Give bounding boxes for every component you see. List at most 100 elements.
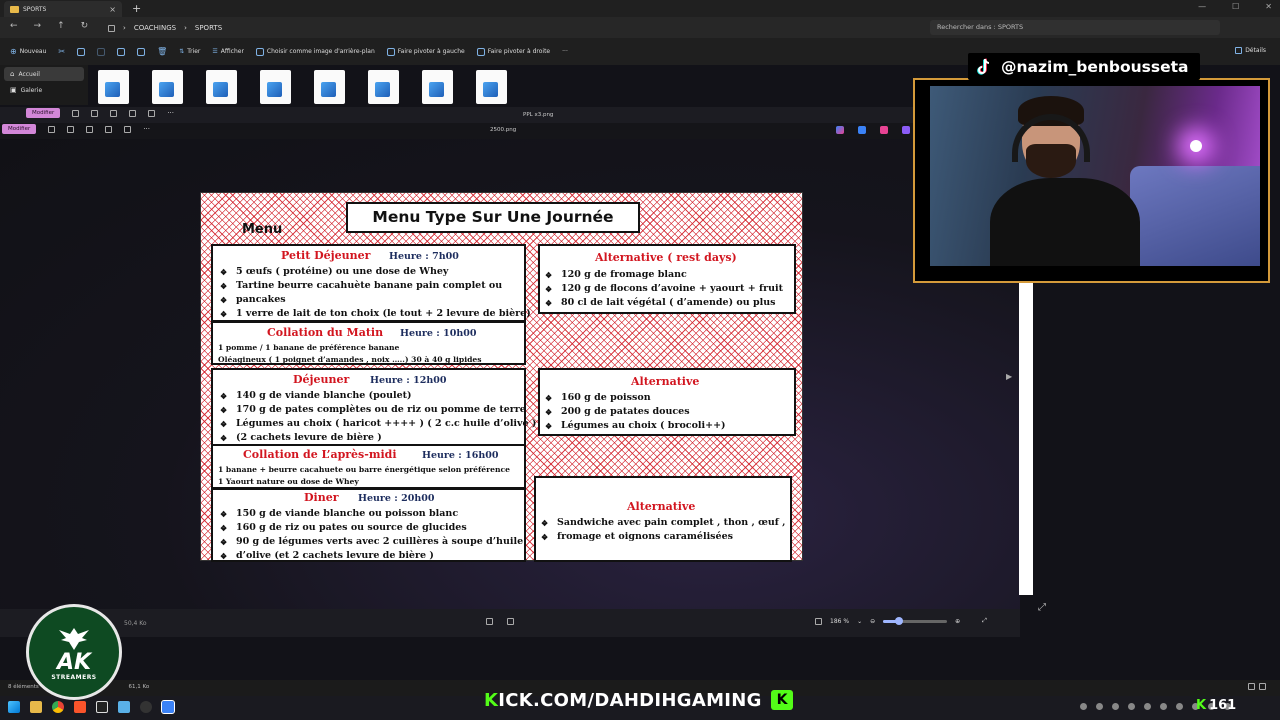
obs-icon[interactable] bbox=[140, 701, 152, 713]
designer-icon[interactable] bbox=[880, 126, 888, 134]
image-file-icon[interactable] bbox=[314, 70, 345, 104]
breadcrumb-coachings[interactable]: COACHINGS bbox=[134, 24, 176, 32]
clipchamp-icon[interactable] bbox=[902, 126, 910, 134]
list-item: Tartine beurre cacahuète banane pain com… bbox=[219, 279, 531, 293]
lunch-heading: Déjeuner bbox=[293, 373, 350, 386]
back-icon[interactable]: ← bbox=[10, 21, 18, 31]
ak-streamers-logo: AK STREAMERS bbox=[26, 604, 122, 700]
breakfast-list: 5 œufs ( protéine) ou une dose de Whey T… bbox=[219, 265, 531, 321]
capcut-icon[interactable] bbox=[96, 701, 108, 713]
cut-icon[interactable]: ✂ bbox=[58, 47, 65, 56]
rename-icon[interactable] bbox=[117, 47, 126, 56]
more-icon[interactable]: ··· bbox=[167, 109, 174, 117]
copilot-icon[interactable] bbox=[836, 126, 844, 134]
image-file-icon[interactable] bbox=[476, 70, 507, 104]
forward-icon[interactable]: → bbox=[34, 21, 42, 31]
list-item: 120 g de fromage blanc bbox=[544, 268, 783, 282]
next-image-icon[interactable]: ▶ bbox=[1006, 372, 1012, 381]
new-tab-button[interactable]: + bbox=[132, 2, 141, 15]
sort-button[interactable]: ⇅ Trier bbox=[179, 48, 200, 55]
tray-app-icon[interactable] bbox=[1144, 703, 1151, 710]
sidebar-item-accueil[interactable]: ⌂ Accueil bbox=[4, 67, 84, 81]
tray-app-icon[interactable] bbox=[1160, 703, 1167, 710]
view-button[interactable]: ☰ Afficher bbox=[212, 48, 244, 55]
up-icon[interactable]: ↑ bbox=[57, 21, 65, 31]
selection-size: 61,1 Ko bbox=[128, 684, 150, 690]
close-window-icon[interactable]: ✕ bbox=[1265, 2, 1272, 11]
tray-app-icon[interactable] bbox=[1080, 703, 1087, 710]
fullscreen-icon[interactable]: ⤢ bbox=[982, 617, 987, 625]
expand-icon[interactable]: ⤢ bbox=[1038, 602, 1046, 613]
tray-app-icon[interactable] bbox=[1128, 703, 1135, 710]
share-icon[interactable] bbox=[129, 109, 137, 117]
notepad-icon[interactable] bbox=[118, 701, 130, 713]
image-file-icon[interactable] bbox=[368, 70, 399, 104]
viewer-count: K 161 bbox=[1196, 698, 1236, 713]
delete-icon[interactable]: 🗑 bbox=[157, 47, 167, 56]
edit-button-back[interactable]: Modifier bbox=[26, 108, 61, 118]
fit-icon[interactable] bbox=[815, 617, 822, 625]
share-icon[interactable] bbox=[137, 47, 146, 56]
image-file-icon[interactable] bbox=[260, 70, 291, 104]
kick-url-rest: ICK.COM/DAHDIHGAMING bbox=[498, 690, 762, 711]
rotate-icon[interactable] bbox=[72, 109, 80, 117]
image-file-icon[interactable] bbox=[152, 70, 183, 104]
image-file-icon[interactable] bbox=[206, 70, 237, 104]
slideshow-icon[interactable] bbox=[148, 109, 156, 117]
details-button[interactable]: Détails bbox=[1235, 47, 1266, 54]
windows-start-icon[interactable] bbox=[8, 701, 20, 713]
print-icon[interactable] bbox=[86, 125, 94, 133]
zoom-level[interactable]: 186 % bbox=[830, 618, 849, 625]
grid-view-icon[interactable] bbox=[1259, 683, 1266, 690]
more-icon[interactable]: ··· bbox=[143, 125, 150, 133]
sidebar-item-galerie[interactable]: ▣ Galerie bbox=[4, 83, 84, 97]
breadcrumb-sports[interactable]: SPORTS bbox=[195, 24, 222, 32]
close-icon[interactable]: × bbox=[109, 5, 116, 14]
tray-app-icon[interactable] bbox=[1112, 703, 1119, 710]
photos-icon[interactable] bbox=[161, 700, 175, 714]
sidebar-item-label: Accueil bbox=[18, 70, 40, 78]
image-file-icon[interactable] bbox=[422, 70, 453, 104]
slideshow-icon[interactable] bbox=[124, 125, 132, 133]
tray-app-icon[interactable] bbox=[1096, 703, 1103, 710]
bed bbox=[1130, 166, 1260, 266]
edit-button[interactable]: Modifier bbox=[2, 124, 37, 134]
delete-icon[interactable] bbox=[67, 125, 75, 133]
chrome-icon[interactable] bbox=[52, 701, 64, 713]
list-item: 5 œufs ( protéine) ou une dose de Whey bbox=[219, 265, 531, 279]
chevron-down-icon[interactable]: ⌄ bbox=[857, 618, 862, 625]
share-icon[interactable] bbox=[105, 125, 113, 133]
rotate-icon[interactable] bbox=[48, 125, 56, 133]
search-input[interactable]: Rechercher dans : SPORTS bbox=[930, 20, 1220, 35]
breakfast-heading: Petit Déjeuner bbox=[281, 249, 371, 262]
kick-logo-icon: K bbox=[771, 690, 793, 710]
list-item: 120 g de flocons d’avoine + yaourt + fru… bbox=[544, 282, 783, 296]
image-file-icon[interactable] bbox=[98, 70, 129, 104]
alt-rest-heading: Alternative ( rest days) bbox=[595, 251, 737, 264]
paste-icon[interactable] bbox=[97, 47, 106, 56]
edit-pen-icon[interactable] bbox=[858, 126, 866, 134]
more-icon[interactable]: ··· bbox=[562, 48, 568, 55]
refresh-icon[interactable]: ↻ bbox=[81, 21, 89, 31]
tray-app-icon[interactable] bbox=[1176, 703, 1183, 710]
list-item: 160 g de riz ou pates ou source de gluci… bbox=[219, 521, 523, 535]
actual-size-icon[interactable] bbox=[507, 618, 514, 625]
list-view-icon[interactable] bbox=[1248, 683, 1255, 690]
zoom-out-icon[interactable]: ⊖ bbox=[870, 618, 875, 625]
new-button[interactable]: ⊕ Nouveau bbox=[10, 47, 46, 56]
file-explorer-icon[interactable] bbox=[30, 701, 42, 713]
rotate-right-button[interactable]: Faire pivoter à droite bbox=[476, 47, 550, 56]
brave-icon[interactable] bbox=[74, 701, 86, 713]
set-background-button[interactable]: Choisir comme image d'arrière-plan bbox=[255, 47, 375, 56]
tab-sports[interactable]: SPORTS × bbox=[4, 1, 122, 17]
delete-icon[interactable] bbox=[91, 109, 99, 117]
zoom-slider[interactable] bbox=[883, 616, 948, 625]
zoom-slider-knob[interactable] bbox=[895, 616, 904, 625]
print-icon[interactable] bbox=[110, 109, 118, 117]
rotate-left-button[interactable]: Faire pivoter à gauche bbox=[386, 47, 465, 56]
fit-to-window-icon[interactable] bbox=[486, 618, 493, 625]
zoom-in-icon[interactable]: ⊕ bbox=[955, 618, 960, 625]
copy-icon[interactable] bbox=[77, 47, 86, 56]
maximize-icon[interactable]: ☐ bbox=[1232, 2, 1239, 11]
minimize-icon[interactable]: — bbox=[1198, 2, 1206, 11]
